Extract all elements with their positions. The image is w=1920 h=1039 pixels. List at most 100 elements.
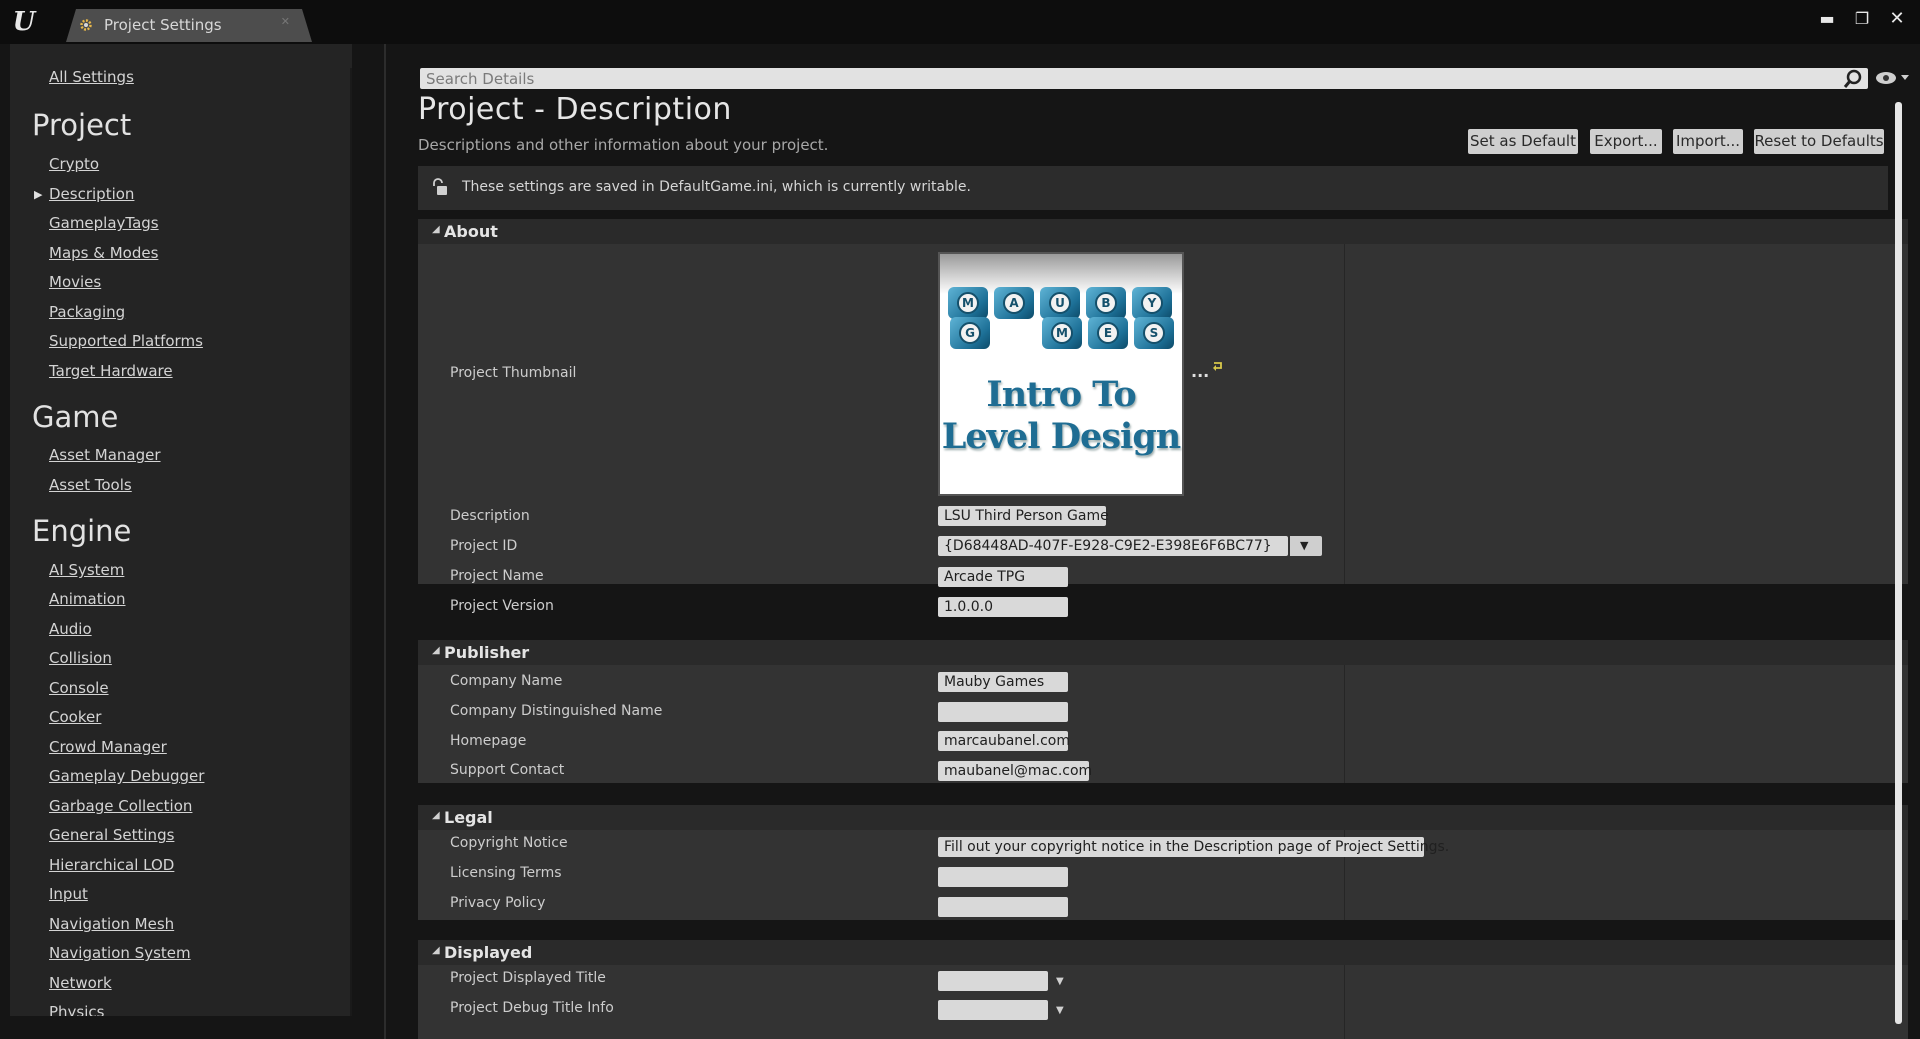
sidebar-item-navigation-system[interactable]: Navigation System (49, 944, 191, 962)
close-icon[interactable]: ✕ (1882, 8, 1912, 30)
view-options-eye-icon[interactable] (1875, 70, 1909, 86)
chevron-down-icon: ▼ (1300, 539, 1309, 552)
sidebar-item-animation[interactable]: Animation (49, 590, 125, 608)
tab-project-settings[interactable]: Project Settings ✕ (66, 9, 312, 42)
restore-icon[interactable]: ❐ (1847, 8, 1877, 30)
copyright-notice-field[interactable]: Fill out your copyright notice in the De… (938, 837, 1449, 857)
project-thumbnail-label: Project Thumbnail (450, 365, 577, 381)
die-letter: A (1003, 292, 1025, 314)
description-field[interactable]: LSU Third Person Game (938, 506, 1109, 526)
chevron-down-icon[interactable]: ▼ (1056, 976, 1064, 987)
die: A (994, 287, 1034, 319)
sidebar-item-asset-tools[interactable]: Asset Tools (49, 476, 132, 494)
category-label: Legal (444, 808, 493, 827)
support-contact-field[interactable]: maubanel@mac.com (938, 761, 1092, 781)
die-letter: U (1049, 292, 1071, 314)
homepage-field[interactable]: marcaubanel.com (938, 731, 1070, 751)
settings-sidebar: All Settings Project Crypto ▶ Descriptio… (10, 44, 352, 1016)
die-letter: M (1051, 322, 1073, 344)
sidebar-item-general-settings[interactable]: General Settings (49, 826, 174, 844)
details-scrollbar-thumb[interactable] (1895, 102, 1902, 1024)
sidebar-item-gameplay-debugger[interactable]: Gameplay Debugger (49, 767, 204, 785)
sidebar-item-console[interactable]: Console (49, 679, 109, 697)
column-splitter[interactable] (1344, 244, 1345, 584)
licensing-terms-label: Licensing Terms (450, 865, 562, 881)
category-legal[interactable]: ◢ Legal (418, 805, 1908, 830)
sidebar-item-supported-platforms[interactable]: Supported Platforms (49, 332, 203, 350)
column-splitter[interactable] (1344, 665, 1345, 783)
sidebar-item-crowd-manager[interactable]: Crowd Manager (49, 738, 167, 756)
project-debug-title-info-label: Project Debug Title Info (450, 1000, 614, 1016)
die-letter: S (1143, 322, 1165, 344)
sidebar-item-hierarchical-lod[interactable]: Hierarchical LOD (49, 856, 174, 874)
sidebar-item-audio[interactable]: Audio (49, 620, 92, 638)
project-id-field[interactable]: {D68448AD-407F-E928-C9E2-E398E6F6BC77} (938, 536, 1288, 556)
sidebar-item-network[interactable]: Network (49, 974, 112, 992)
sidebar-heading-engine: Engine (32, 514, 132, 548)
reset-to-defaults-button[interactable]: Reset to Defaults (1754, 129, 1884, 154)
project-displayed-title-field[interactable] (938, 971, 1048, 991)
export-button[interactable]: Export... (1590, 129, 1662, 154)
project-version-field[interactable]: 1.0.0.0 (938, 597, 1068, 617)
category-about[interactable]: ◢ About (418, 219, 1908, 244)
set-as-default-button[interactable]: Set as Default (1468, 129, 1578, 154)
unlocked-icon (433, 178, 447, 195)
die: B (1086, 287, 1126, 319)
reset-to-default-arrow-icon[interactable] (1212, 360, 1224, 372)
sidebar-item-collision[interactable]: Collision (49, 649, 112, 667)
die: M (1042, 317, 1082, 349)
category-label: About (444, 222, 498, 241)
sidebar-item-all-settings[interactable]: All Settings (49, 68, 134, 86)
sidebar-item-target-hardware[interactable]: Target Hardware (49, 362, 173, 380)
die: G (950, 317, 990, 349)
die: M (948, 287, 988, 319)
thumbnail-options-ellipsis-icon[interactable]: ... (1191, 362, 1209, 381)
tab-close-icon[interactable]: ✕ (281, 15, 290, 28)
sidebar-item-movies[interactable]: Movies (49, 273, 101, 291)
collapse-arrow-icon: ◢ (432, 645, 440, 656)
die: E (1088, 317, 1128, 349)
sidebar-item-ai-system[interactable]: AI System (49, 561, 124, 579)
company-distinguished-name-field[interactable] (938, 702, 1068, 722)
page-title: Project - Description (418, 92, 732, 127)
thumbnail-text-line2: Level Design (941, 416, 1182, 457)
project-id-label: Project ID (450, 538, 518, 554)
chevron-down-icon[interactable]: ▼ (1056, 1005, 1064, 1016)
search-icon[interactable] (1843, 69, 1863, 89)
sidebar-item-input[interactable]: Input (49, 885, 88, 903)
panel-divider[interactable] (384, 44, 386, 1039)
import-button[interactable]: Import... (1673, 129, 1743, 154)
displayed-panel (418, 965, 1908, 1039)
search-details-input[interactable]: Search Details (420, 68, 1868, 89)
licensing-terms-field[interactable] (938, 867, 1068, 887)
category-publisher[interactable]: ◢ Publisher (418, 640, 1908, 665)
collapse-arrow-icon: ◢ (432, 224, 440, 235)
column-splitter[interactable] (1344, 965, 1345, 1039)
privacy-policy-label: Privacy Policy (450, 895, 546, 911)
collapse-arrow-icon: ◢ (432, 810, 440, 821)
category-displayed[interactable]: ◢ Displayed (418, 940, 1908, 965)
project-id-dropdown[interactable]: ▼ (1290, 536, 1322, 556)
company-name-field[interactable]: Mauby Games (938, 672, 1068, 692)
project-version-label: Project Version (450, 598, 554, 614)
sidebar-item-navigation-mesh[interactable]: Navigation Mesh (49, 915, 174, 933)
privacy-policy-field[interactable] (938, 897, 1068, 917)
sidebar-item-packaging[interactable]: Packaging (49, 303, 125, 321)
sidebar-item-crypto[interactable]: Crypto (49, 155, 99, 173)
project-name-field[interactable]: Arcade TPG (938, 567, 1068, 587)
sidebar-item-maps-modes[interactable]: Maps & Modes (49, 244, 158, 262)
sidebar-item-gameplaytags[interactable]: GameplayTags (49, 214, 159, 232)
sidebar-item-asset-manager[interactable]: Asset Manager (49, 446, 161, 464)
project-thumbnail-image[interactable]: M A U B Y G M E S Intro To Level Design (940, 254, 1182, 494)
sidebar-item-garbage-collection[interactable]: Garbage Collection (49, 797, 192, 815)
sidebar-item-description[interactable]: Description (49, 185, 134, 203)
minimize-icon[interactable]: ▬ (1812, 8, 1842, 30)
config-notice: These settings are saved in DefaultGame.… (418, 166, 1888, 210)
project-debug-title-info-field[interactable] (938, 1000, 1048, 1020)
sidebar-item-physics[interactable]: Physics (49, 1003, 104, 1016)
title-bar: U Project Settings ✕ ▬ ❐ ✕ (0, 0, 1920, 44)
sidebar-item-cooker[interactable]: Cooker (49, 708, 101, 726)
company-name-label: Company Name (450, 673, 563, 689)
selected-arrow-icon: ▶ (34, 188, 43, 201)
notice-text: These settings are saved in DefaultGame.… (462, 179, 971, 195)
